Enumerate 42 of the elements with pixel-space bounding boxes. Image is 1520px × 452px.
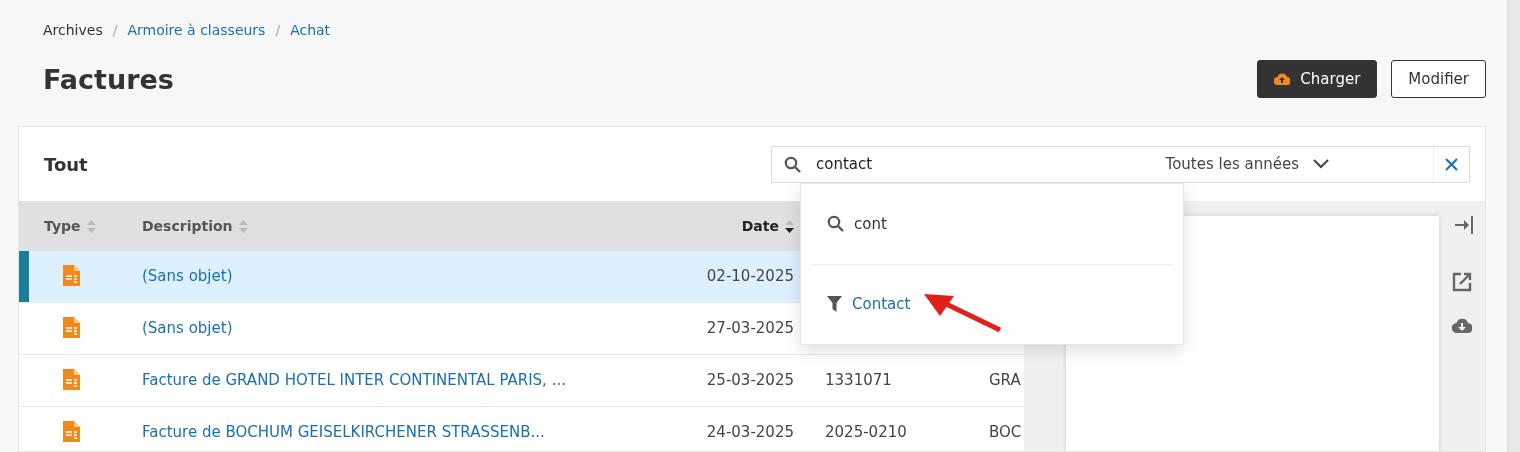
document-icon [63, 421, 80, 442]
external-link-icon[interactable] [1452, 272, 1472, 292]
cloud-download-icon[interactable] [1452, 318, 1472, 334]
date-cell: 02-10-2025 [706, 267, 794, 285]
document-icon [63, 265, 80, 286]
description-link[interactable]: (Sans objet) [142, 267, 233, 285]
search-icon [784, 155, 801, 173]
table-cell: 1331071 [825, 371, 892, 389]
description-link[interactable]: (Sans objet) [142, 319, 233, 337]
breadcrumb-separator: / [275, 22, 281, 38]
chevron-down-icon [1313, 159, 1329, 169]
cloud-upload-icon [1274, 73, 1291, 85]
table-cell: BOC [989, 423, 1022, 441]
year-dropdown[interactable]: Toutes les années [1165, 155, 1433, 173]
date-cell: 25-03-2025 [706, 371, 794, 389]
document-icon [63, 369, 80, 390]
collapse-panel-icon[interactable] [1455, 216, 1473, 234]
scrollbar[interactable] [1507, 0, 1520, 452]
breadcrumb-link[interactable]: Achat [290, 22, 331, 38]
description-link[interactable]: Facture de BOCHUM GEISELKIRCHENER STRASSENB... [142, 423, 545, 441]
search-field[interactable]: contact Toutes les années [771, 145, 1470, 183]
selection-marker [19, 251, 29, 302]
search-suggestion[interactable]: cont [811, 184, 1173, 265]
description-link[interactable]: Facture de GRAND HOTEL INTER CONTINENTAL PARIS, ... [142, 371, 566, 389]
breadcrumb-text: Archives [43, 22, 103, 38]
column-header[interactable]: Type [19, 218, 142, 234]
breadcrumb-separator: / [112, 22, 118, 38]
close-icon [1445, 157, 1458, 171]
date-cell: 27-03-2025 [706, 319, 794, 337]
page-title: Factures [43, 63, 175, 95]
date-cell: 24-03-2025 [706, 423, 794, 441]
filter-icon [827, 296, 842, 313]
column-header[interactable]: Date [622, 218, 794, 234]
breadcrumb-link[interactable]: Armoire à classeurs [127, 22, 266, 38]
table-cell: GRA [989, 371, 1021, 389]
search-icon [827, 215, 844, 233]
document-icon [63, 317, 80, 338]
upload-button[interactable]: Charger [1257, 60, 1378, 98]
table-cell: 2025-0210 [825, 423, 907, 441]
card-title: Tout [44, 153, 89, 175]
edit-button[interactable]: Modifier [1391, 60, 1486, 98]
column-header[interactable]: Description [142, 218, 622, 234]
